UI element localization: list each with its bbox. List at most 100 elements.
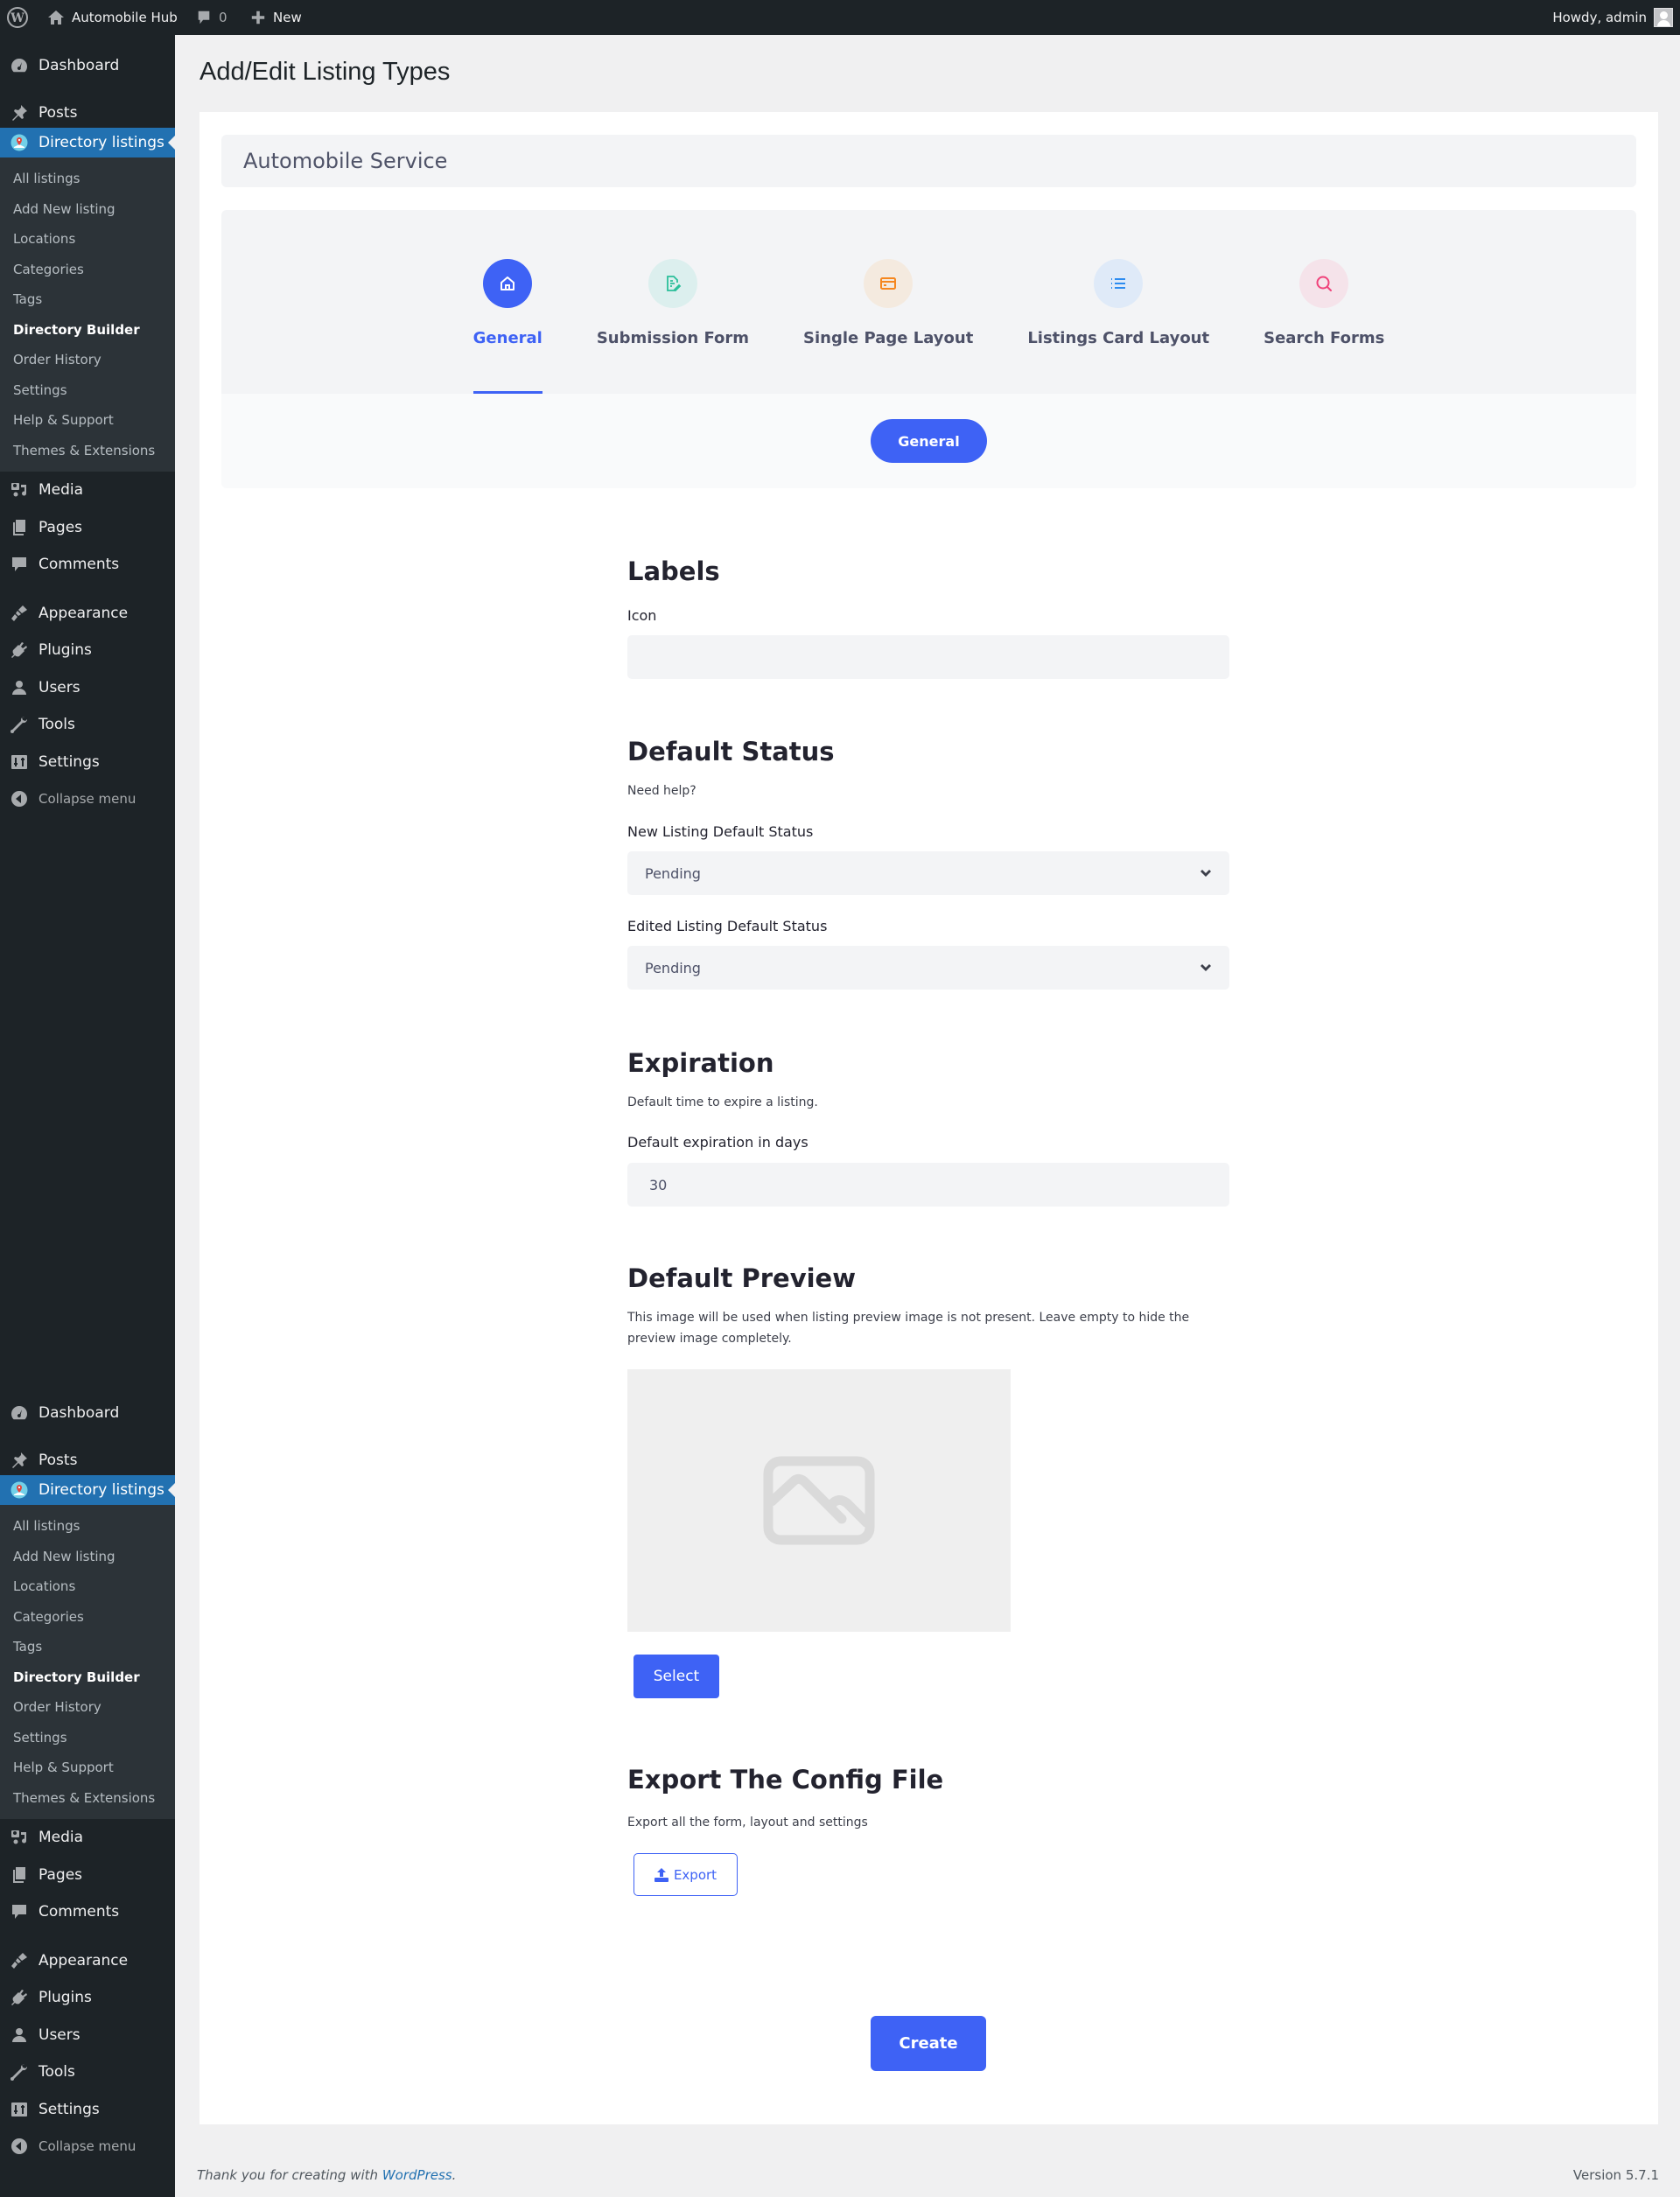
sub-nav: General	[221, 394, 1636, 488]
comments-count: 0	[219, 10, 228, 25]
submenu-item-settings[interactable]: Settings	[0, 1723, 175, 1753]
icon-input[interactable]	[627, 635, 1229, 679]
collapse-icon	[10, 790, 28, 808]
edited-listing-status-select[interactable]: Pending	[627, 946, 1229, 990]
sidebar-item-tools[interactable]: Tools	[0, 2054, 175, 2091]
collapse-icon	[10, 2138, 28, 2155]
submenu-item-directory-builder[interactable]: Directory Builder	[0, 315, 175, 346]
submenu-item-settings[interactable]: Settings	[0, 375, 175, 406]
svg-text:W: W	[10, 11, 24, 25]
directory-submenu: All listings Add New listing Locations Cate…	[0, 157, 175, 472]
wrench-icon	[10, 716, 28, 734]
preview-image-placeholder[interactable]	[627, 1369, 1011, 1632]
submenu-item-locations[interactable]: Locations	[0, 1571, 175, 1602]
create-button[interactable]: Create	[871, 2016, 986, 2071]
submenu-item-help-support[interactable]: Help & Support	[0, 1753, 175, 1783]
map-pin-icon	[10, 1481, 28, 1499]
select-image-button[interactable]: Select	[634, 1655, 719, 1698]
sidebar-item-appearance[interactable]: Appearance	[0, 1942, 175, 1980]
tab-label: Submission Form	[596, 329, 750, 347]
tab-single-page-layout[interactable]: Single Page Layout	[803, 210, 973, 394]
submenu-item-order-history[interactable]: Order History	[0, 1692, 175, 1723]
sidebar-item-label: Posts	[38, 104, 78, 122]
new-listing-status-value: Pending	[645, 864, 701, 882]
search-icon	[1299, 259, 1349, 308]
new-listing-status-select[interactable]: Pending	[627, 851, 1229, 895]
submenu-item-directory-builder[interactable]: Directory Builder	[0, 1662, 175, 1693]
sidebar-item-directory-listings[interactable]: Directory listings	[0, 128, 175, 157]
sidebar-item-posts[interactable]: Posts	[0, 1445, 175, 1475]
sidebar-item-dashboard[interactable]: Dashboard	[0, 51, 175, 80]
tabs: General Submission Form Single Page Layout…	[221, 210, 1636, 394]
submenu-item-order-history[interactable]: Order History	[0, 345, 175, 375]
icon-label: Icon	[627, 607, 657, 624]
sidebar-item-tools[interactable]: Tools	[0, 706, 175, 744]
sidebar-item-media[interactable]: Media	[0, 472, 175, 509]
footer-thanks-text: Thank you for creating with	[197, 2167, 382, 2183]
brush-icon	[10, 1952, 28, 1970]
submenu-item-tags[interactable]: Tags	[0, 284, 175, 315]
collapse-menu-button[interactable]: Collapse menu	[0, 780, 175, 817]
submenu-item-tags[interactable]: Tags	[0, 1632, 175, 1662]
submenu-item-categories[interactable]: Categories	[0, 1602, 175, 1633]
sidebar-item-plugins[interactable]: Plugins	[0, 632, 175, 669]
sidebar-item-label: Plugins	[38, 1989, 92, 2007]
sidebar-item-label: Comments	[38, 556, 120, 574]
sidebar-item-users[interactable]: Users	[0, 2017, 175, 2054]
sidebar-item-comments[interactable]: Comments	[0, 546, 175, 584]
sidebar-item-label: Pages	[38, 1865, 83, 1884]
edited-listing-status-value: Pending	[645, 959, 701, 976]
tab-listings-card-layout[interactable]: Listings Card Layout	[1027, 210, 1209, 394]
section-title-labels: Labels	[627, 556, 720, 586]
comment-icon	[198, 10, 210, 24]
tab-submission-form[interactable]: Submission Form	[597, 210, 749, 394]
tab-nav: General Submission Form Single Page Layout…	[221, 210, 1636, 394]
submenu-item-add-new-listing[interactable]: Add New listing	[0, 1542, 175, 1572]
tab-search-forms[interactable]: Search Forms	[1264, 210, 1384, 394]
sidebar-item-media[interactable]: Media	[0, 1819, 175, 1857]
expiration-days-input[interactable]: 30	[627, 1163, 1229, 1207]
sidebar-item-plugins[interactable]: Plugins	[0, 1979, 175, 2017]
new-content-button[interactable]: New	[250, 0, 302, 35]
sidebar-item-directory-listings[interactable]: Directory listings	[0, 1475, 175, 1505]
subtab-general[interactable]: General	[871, 419, 987, 463]
submenu-item-themes-extensions[interactable]: Themes & Extensions	[0, 436, 175, 466]
tab-general[interactable]: General	[472, 210, 543, 394]
site-name-link[interactable]: Automobile Hub	[47, 0, 178, 35]
sidebar-item-pages[interactable]: Pages	[0, 509, 175, 547]
directory-submenu: All listings Add New listing Locations Cate…	[0, 1505, 175, 1819]
wordpress-link[interactable]: WordPress	[382, 2167, 452, 2183]
sidebar-item-comments[interactable]: Comments	[0, 1893, 175, 1931]
submenu-item-help-support[interactable]: Help & Support	[0, 405, 175, 436]
sidebar-item-dashboard[interactable]: Dashboard	[0, 1398, 175, 1428]
submenu-item-locations[interactable]: Locations	[0, 224, 175, 255]
sidebar-item-users[interactable]: Users	[0, 669, 175, 707]
sidebar-item-settings[interactable]: Settings	[0, 2091, 175, 2129]
sidebar-item-label: Pages	[38, 518, 83, 536]
new-label: New	[273, 10, 302, 25]
comments-link[interactable]: 0	[196, 0, 228, 35]
pages-icon	[10, 1866, 28, 1884]
submenu-item-categories[interactable]: Categories	[0, 255, 175, 285]
sidebar-item-label: Tools	[38, 716, 75, 734]
tab-label: General	[472, 329, 542, 347]
edited-listing-status-label: Edited Listing Default Status	[627, 918, 828, 934]
image-placeholder-icon	[763, 1456, 875, 1545]
collapse-menu-button[interactable]: Collapse menu	[0, 2128, 175, 2165]
submenu-item-themes-extensions[interactable]: Themes & Extensions	[0, 1783, 175, 1814]
sidebar-item-posts[interactable]: Posts	[0, 98, 175, 128]
export-button[interactable]: Export	[634, 1853, 738, 1896]
sidebar-item-appearance[interactable]: Appearance	[0, 595, 175, 633]
sidebar-item-pages[interactable]: Pages	[0, 1857, 175, 1894]
wrench-icon	[10, 2063, 28, 2082]
wordpress-logo-button[interactable]: W	[7, 0, 28, 35]
sidebar-item-settings[interactable]: Settings	[0, 744, 175, 781]
my-account-link[interactable]: Howdy, admin	[1552, 0, 1673, 35]
listing-type-name-input[interactable]: Automobile Service	[221, 135, 1636, 187]
submenu-item-add-new-listing[interactable]: Add New listing	[0, 194, 175, 225]
submenu-item-all-listings[interactable]: All listings	[0, 1511, 175, 1542]
submenu-item-all-listings[interactable]: All listings	[0, 164, 175, 194]
list-icon	[1094, 259, 1144, 308]
sidebar-item-label: Appearance	[38, 604, 129, 622]
sidebar-item-label: Media	[38, 481, 84, 500]
